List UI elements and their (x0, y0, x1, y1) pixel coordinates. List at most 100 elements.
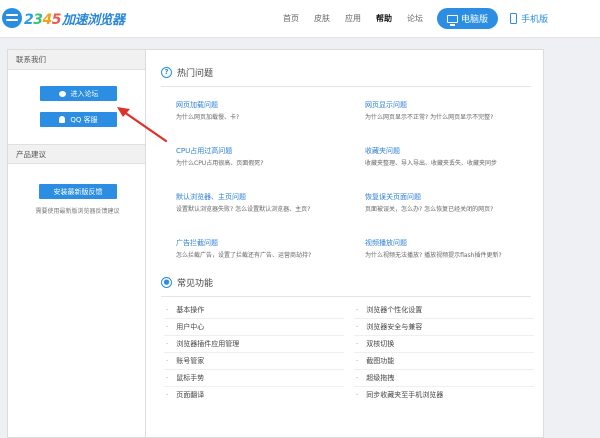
pc-version-button[interactable]: 电脑版 (437, 8, 498, 29)
enter-forum-label: 进入论坛 (70, 89, 99, 98)
feature-label: 同步收藏夹至手机浏览器 (366, 391, 444, 399)
feature-label: 浏览器个性化设置 (366, 306, 423, 314)
hot-questions-title: 热门问题 (177, 69, 214, 79)
feature-link[interactable]: · 鼠标手势 (166, 373, 204, 383)
mobile-version-label: 手机版 (521, 15, 549, 25)
feature-link[interactable]: · 超级拖拽 (356, 373, 394, 383)
bullet: · (356, 357, 359, 365)
question-item[interactable]: 网页加载问题 为什么网页加载慢、卡? (176, 100, 356, 121)
feature-link[interactable]: · 浏览器安全与兼容 (356, 322, 422, 332)
row-divider (164, 318, 344, 319)
nav-apps[interactable]: 应用 (345, 13, 361, 24)
question-item[interactable]: 视频播放问题 为什么视频无法播放? 播放视频提示flash插件更新? (365, 238, 545, 259)
nav-home[interactable]: 首页 (283, 13, 299, 24)
sidebar: 联系我们 进入论坛 QQ 客服 产品建议 安装最新版反馈 需要使用最新版浏览器反… (7, 49, 146, 438)
feature-link[interactable]: · 页面翻译 (166, 390, 204, 400)
contact-heading: 联系我们 (8, 50, 145, 70)
bullet: · (356, 340, 359, 348)
logo-digit: 3 (33, 11, 43, 28)
feature-label: 浏览器安全与兼容 (366, 323, 423, 331)
browser-logo[interactable]: 2345加速浏览器 (2, 7, 125, 29)
feature-link[interactable]: · 用户中心 (166, 322, 204, 332)
bullet: · (166, 357, 169, 365)
question-title[interactable]: 网页显示问题 (365, 100, 545, 110)
feature-label: 页面翻译 (176, 391, 205, 399)
row-divider (354, 386, 534, 387)
question-desc: 为什么网页加载慢、卡? (176, 114, 240, 121)
feature-link[interactable]: · 浏览器插件应用管理 (166, 339, 239, 349)
question-desc: 为什么视频无法播放? 播放视频提示flash插件更新? (365, 252, 502, 259)
feature-link[interactable]: · 基本操作 (166, 305, 204, 315)
feature-label: 超级拖拽 (366, 374, 395, 382)
row-divider (164, 335, 344, 336)
feature-link[interactable]: · 浏览器个性化设置 (356, 305, 422, 315)
qq-penguin-icon (59, 116, 66, 123)
feature-link[interactable]: · 同步收藏夹至手机浏览器 (356, 390, 443, 400)
row-divider (164, 369, 344, 370)
row-divider (164, 386, 344, 387)
feature-label: 浏览器插件应用管理 (176, 340, 240, 348)
bullet: · (356, 306, 359, 314)
nav-skins[interactable]: 皮肤 (314, 13, 330, 24)
question-desc: 设置默认浏览器失败? 怎么设置默认浏览器、主页? (176, 206, 311, 213)
monitor-icon (446, 14, 458, 26)
row-divider (354, 335, 534, 336)
logo-icon (2, 8, 22, 28)
row-divider (354, 318, 534, 319)
question-title[interactable]: 广告拦截问题 (176, 238, 356, 248)
help-content: ? 热门问题 网页加载问题 为什么网页加载慢、卡? 网页显示问题 为什么网页显示… (146, 49, 544, 438)
bullet: · (166, 391, 169, 399)
section-divider (161, 296, 531, 297)
logo-title: 加速浏览器 (62, 12, 125, 28)
enter-forum-button[interactable]: 进入论坛 (40, 86, 117, 101)
question-item[interactable]: 收藏夹问题 收藏夹整理、导入导出、收藏夹丢失、收藏夹同步 (365, 146, 545, 167)
row-divider (354, 369, 534, 370)
feature-label: 截图功能 (366, 357, 395, 365)
question-title[interactable]: 恢复误关页面问题 (365, 192, 545, 202)
question-desc: 为什么CPU占用很高、页面假死? (176, 160, 264, 167)
question-item[interactable]: 默认浏览器、主页问题 设置默认浏览器失败? 怎么设置默认浏览器、主页? (176, 192, 356, 213)
feature-label: 用户中心 (176, 323, 205, 331)
bullet: · (166, 374, 169, 382)
question-item[interactable]: 恢复误关页面问题 页面被误关，怎么办? 怎么恢复已经关闭的网页? (365, 192, 545, 213)
feature-label: 基本操作 (176, 306, 205, 314)
question-item[interactable]: 广告拦截问题 怎么拦截广告，设置了拦截还有广告、运营商劫持? (176, 238, 356, 259)
question-item[interactable]: 网页显示问题 为什么网页显示不正常? 为什么网页显示不完整? (365, 100, 545, 121)
install-latest-feedback-label: 安装最新版反馈 (53, 187, 103, 196)
logo-text: 2345加速浏览器 (24, 9, 125, 28)
common-features-title: 常见功能 (177, 279, 214, 289)
bullet: · (356, 323, 359, 331)
question-title[interactable]: 网页加载问题 (176, 100, 356, 110)
feature-label: 鼠标手势 (176, 374, 205, 382)
bullet: · (356, 391, 359, 399)
feature-link[interactable]: · 截图功能 (356, 356, 394, 366)
bullet: · (166, 323, 169, 331)
bullet: · (166, 306, 169, 314)
question-desc: 怎么拦截广告，设置了拦截还有广告、运营商劫持? (176, 252, 312, 259)
bullet: · (356, 374, 359, 382)
nav-help[interactable]: 帮助 (376, 13, 392, 24)
question-title[interactable]: 默认浏览器、主页问题 (176, 192, 356, 202)
qq-service-button[interactable]: QQ 客服 (40, 112, 117, 127)
feature-link[interactable]: · 账号管家 (166, 356, 204, 366)
feedback-heading: 产品建议 (8, 144, 145, 164)
question-title[interactable]: CPU占用过高问题 (176, 146, 356, 156)
question-circle-icon: ? (161, 67, 172, 78)
pc-version-label: 电脑版 (460, 15, 488, 25)
phone-icon (510, 13, 517, 24)
question-desc: 页面被误关，怎么办? 怎么恢复已经关闭的网页? (365, 206, 494, 213)
logo-digit: 2 (24, 11, 34, 28)
person-circle-icon: ● (161, 277, 172, 288)
nav-forum[interactable]: 论坛 (407, 13, 423, 24)
main-nav: 首页 皮肤 应用 帮助 论坛 (283, 0, 438, 36)
mobile-version-button[interactable]: 手机版 (510, 8, 548, 29)
feature-link[interactable]: · 双核切换 (356, 339, 394, 349)
question-title[interactable]: 视频播放问题 (365, 238, 545, 248)
question-item[interactable]: CPU占用过高问题 为什么CPU占用很高、页面假死? (176, 146, 356, 167)
install-latest-feedback-button[interactable]: 安装最新版反馈 (39, 184, 117, 199)
top-header: 2345加速浏览器 首页 皮肤 应用 帮助 论坛 电脑版 手机版 (0, 0, 600, 38)
logo-digit: 5 (51, 11, 62, 28)
chat-bubble-icon (58, 90, 66, 97)
question-title[interactable]: 收藏夹问题 (365, 146, 545, 156)
question-desc: 为什么网页显示不正常? 为什么网页显示不完整? (365, 114, 494, 121)
